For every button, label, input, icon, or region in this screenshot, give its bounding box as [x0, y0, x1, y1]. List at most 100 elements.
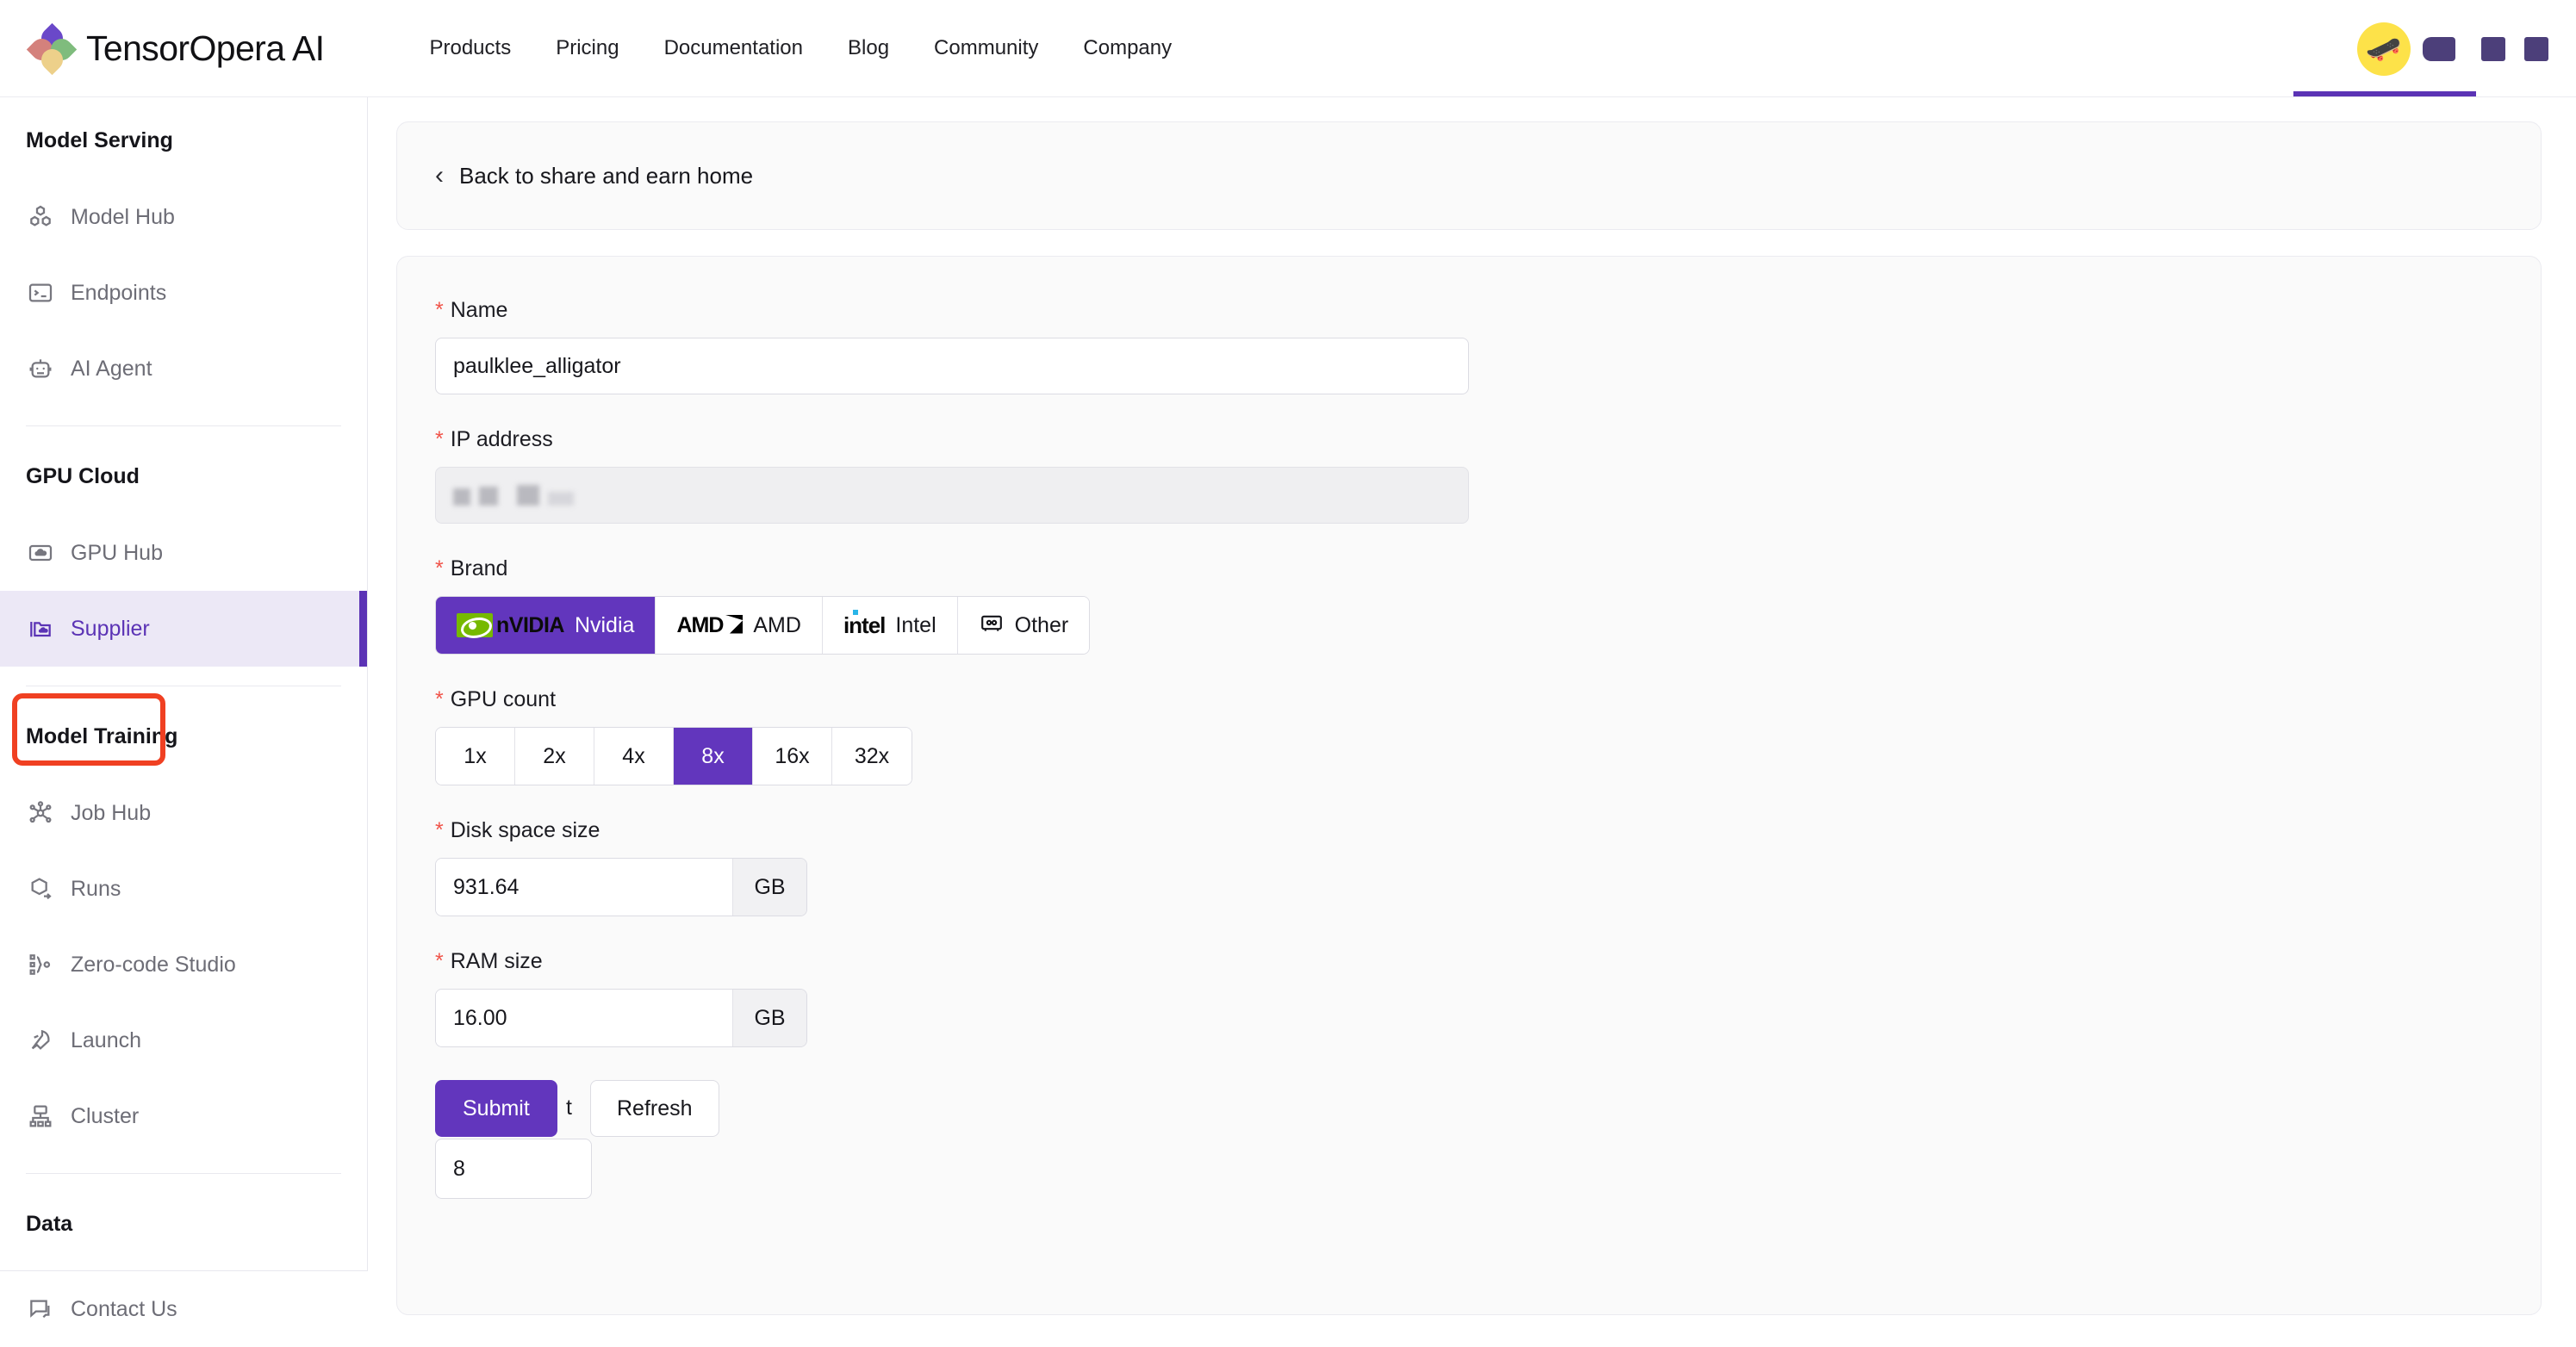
sidebar-item-label: Model Hub: [71, 204, 175, 229]
label-text: Name: [450, 298, 508, 322]
label-text: GPU count: [450, 687, 557, 711]
name-input[interactable]: paulklee_alligator: [435, 338, 1469, 394]
sidebar-item-label: Contact Us: [71, 1296, 177, 1321]
sidebar-item-contact-us[interactable]: Contact Us: [0, 1271, 368, 1347]
gpu-count-option-16x[interactable]: 16x: [753, 728, 832, 785]
field-ram-size: * RAM size 16.00 GB: [435, 949, 2503, 1047]
gpu-count-option-32x[interactable]: 32x: [832, 728, 912, 785]
required-marker: *: [435, 949, 444, 973]
avatar[interactable]: 🛹: [2357, 22, 2411, 76]
sidebar-item-model-hub[interactable]: Model Hub: [0, 179, 367, 255]
supplier-form-panel: * Name paulklee_alligator * IP address *…: [396, 256, 2542, 1315]
nvidia-logo-icon: nVIDIA: [457, 613, 564, 638]
back-link-label: Back to share and earn home: [459, 162, 754, 189]
brand-selector: nVIDIA Nvidia AMD AMD intel Intel Other: [435, 596, 1091, 655]
nav-item-blog[interactable]: Blog: [825, 36, 912, 60]
label-text: RAM size: [450, 949, 543, 973]
required-marker: *: [435, 556, 444, 580]
chip-icon: [979, 612, 1005, 639]
form-actions: t Submit Refresh 8: [435, 1080, 2503, 1209]
field-brand: * Brand nVIDIA Nvidia AMD AMD intel Inte…: [435, 556, 2503, 655]
flow-icon: [26, 950, 55, 979]
label-text: IP address: [450, 427, 553, 451]
sidebar-item-gpu-hub[interactable]: GPU Hub: [0, 515, 367, 591]
field-ram-size-label: * RAM size: [435, 949, 2503, 974]
tensoropera-logo-icon: [26, 22, 78, 76]
field-gpu-count-label: * GPU count: [435, 687, 2503, 712]
cube-arrow-icon: [26, 874, 55, 903]
nav-item-products[interactable]: Products: [407, 36, 533, 60]
sidebar-item-label: Job Hub: [71, 800, 152, 825]
main-content: ‹ Back to share and earn home * Name pau…: [368, 97, 2576, 1347]
submit-button[interactable]: Submit: [435, 1080, 557, 1137]
active-tab-underline: [2293, 91, 2476, 96]
folder-cloud-icon: [26, 614, 55, 643]
intel-logo-icon: intel: [843, 609, 886, 638]
gpu-count-option-4x[interactable]: 4x: [594, 728, 674, 785]
terminal-icon: [26, 278, 55, 307]
sidebar-item-supplier[interactable]: Supplier: [0, 591, 367, 667]
brand-option-nvidia[interactable]: nVIDIA Nvidia: [436, 597, 656, 654]
brand-option-intel[interactable]: intel Intel: [822, 597, 958, 654]
redacted-username-block: [2423, 36, 2455, 61]
main-navigation: Products Pricing Documentation Blog Comm…: [407, 36, 1194, 60]
rocket-icon: [26, 1026, 55, 1055]
sidebar-item-zero-code-studio[interactable]: Zero-code Studio: [0, 927, 367, 1002]
cubes-icon: [26, 202, 55, 232]
sidebar-item-runs[interactable]: Runs: [0, 851, 367, 927]
nodes-icon: [26, 798, 55, 828]
required-marker: *: [435, 427, 444, 451]
disk-space-size-input[interactable]: 931.64: [436, 859, 732, 916]
sidebar-item-launch[interactable]: Launch: [0, 1002, 367, 1078]
sidebar: Model Serving Model Hub Endpoints AI Age…: [0, 97, 368, 1347]
sidebar-item-label: Supplier: [71, 616, 150, 641]
field-gpu-count: * GPU count 1x 2x 4x 8x 16x 32x: [435, 687, 2503, 785]
brand-name: TensorOpera AI: [86, 28, 325, 68]
sidebar-group-data: Data: [26, 1212, 73, 1236]
nav-item-community[interactable]: Community: [912, 36, 1061, 60]
disk-space-size-unit: GB: [732, 859, 806, 916]
top-header: TensorOpera AI Products Pricing Document…: [0, 0, 2576, 97]
sidebar-group-model-training: Model Training: [26, 724, 178, 748]
sidebar-item-label: GPU Hub: [71, 540, 163, 565]
count-input[interactable]: 8: [435, 1139, 592, 1199]
sidebar-item-cluster[interactable]: Cluster: [0, 1078, 367, 1154]
brand-logo[interactable]: TensorOpera AI: [26, 22, 325, 76]
sidebar-item-ai-agent[interactable]: AI Agent: [0, 331, 367, 407]
brand-option-label: AMD: [753, 612, 801, 637]
redacted-value: [453, 485, 574, 506]
field-disk-space-size-label: * Disk space size: [435, 818, 2503, 843]
active-indicator-bar: [359, 591, 367, 667]
header-user-area: 🛹: [2357, 0, 2548, 97]
redacted-block: [2524, 36, 2548, 61]
label-text: Disk space size: [450, 818, 600, 842]
sidebar-item-label: Runs: [71, 876, 121, 901]
sidebar-group-model-serving: Model Serving: [26, 128, 173, 152]
back-link-panel[interactable]: ‹ Back to share and earn home: [396, 121, 2542, 230]
gpu-count-option-1x[interactable]: 1x: [436, 728, 515, 785]
sidebar-item-job-hub[interactable]: Job Hub: [0, 775, 367, 851]
refresh-button[interactable]: Refresh: [590, 1080, 719, 1137]
sidebar-group-gpu-cloud: GPU Cloud: [26, 464, 140, 488]
gpu-count-selector: 1x 2x 4x 8x 16x 32x: [435, 727, 912, 785]
nav-item-documentation[interactable]: Documentation: [642, 36, 825, 60]
ram-size-input[interactable]: 16.00: [436, 990, 732, 1046]
brand-option-label: Other: [1014, 612, 1069, 637]
nav-item-company[interactable]: Company: [1061, 36, 1194, 60]
brand-option-other[interactable]: Other: [957, 597, 1090, 654]
sidebar-item-label: Zero-code Studio: [71, 952, 236, 977]
ram-size-unit: GB: [732, 990, 806, 1046]
required-marker: *: [435, 687, 444, 711]
brand-option-amd[interactable]: AMD AMD: [656, 597, 823, 654]
obscured-label: t: [566, 1096, 572, 1120]
sidebar-item-endpoints[interactable]: Endpoints: [0, 255, 367, 331]
gpu-count-option-2x[interactable]: 2x: [515, 728, 594, 785]
amd-logo-icon: AMD: [676, 613, 744, 638]
cluster-icon: [26, 1102, 55, 1131]
label-text: Brand: [450, 556, 508, 580]
gpu-count-option-8x[interactable]: 8x: [674, 728, 753, 785]
sidebar-item-label: Endpoints: [71, 280, 167, 305]
sidebar-footer: Contact Us: [0, 1270, 368, 1347]
nav-item-pricing[interactable]: Pricing: [533, 36, 641, 60]
chat-icon: [26, 1294, 55, 1324]
